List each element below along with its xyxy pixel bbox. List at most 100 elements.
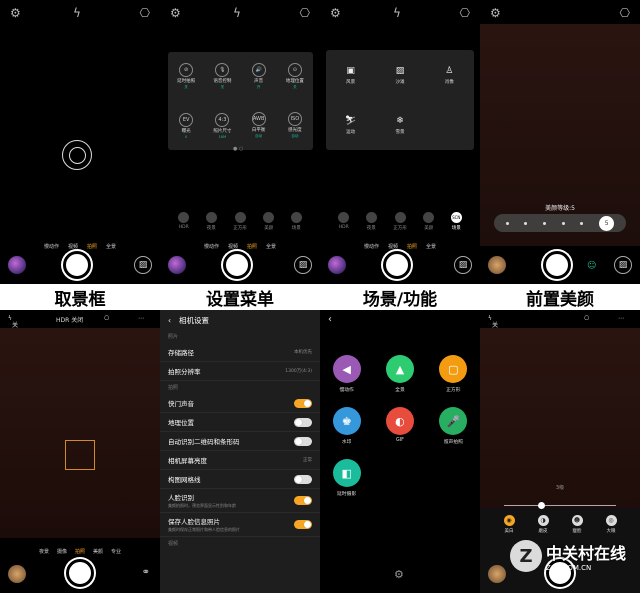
quick-setting-6[interactable]: AWB 白平衡 自动 [241,101,277,150]
mode-beauty[interactable]: 美颜 [93,548,103,555]
slider-step[interactable] [543,221,547,225]
settings-toggle[interactable] [294,496,312,505]
settings-toggle[interactable] [294,417,312,427]
filter-icon[interactable]: ⚭ [142,567,150,578]
shutter-button[interactable] [66,559,94,587]
flash-off-icon[interactable]: ϟ [73,4,81,22]
quick-1[interactable]: 夜景 [365,212,377,236]
gallery-thumbnail[interactable] [168,256,186,274]
camera-switch-icon[interactable]: ⎔ [620,4,630,22]
camera-switch-icon[interactable]: ⎔ [140,4,150,22]
filter-icon[interactable]: ▨ [134,256,152,274]
settings-toggle[interactable] [294,474,312,484]
gallery-thumbnail[interactable] [8,565,26,583]
mode-3[interactable]: ♚ 水印 [332,407,361,445]
hdr-toggle[interactable]: HDR 关闭 [56,315,83,324]
camera-switch-icon[interactable]: ⎔ [584,315,589,322]
settings-toggle[interactable] [294,436,312,446]
beauty-slider[interactable] [504,505,616,506]
filter-icon[interactable]: ▨ [454,256,472,274]
scene-3[interactable]: ⛷ 运动 [326,100,375,150]
settings-row[interactable]: 拍照分辨率 1300万(4:3) [160,362,320,381]
filter-icon[interactable]: ▨ [614,256,632,274]
shutter-button[interactable] [63,251,91,279]
gallery-thumbnail[interactable] [488,256,506,274]
scene-2[interactable]: ♙ 肖像 [425,50,474,100]
mode-night[interactable]: 夜景 [39,548,49,555]
face-beauty-icon[interactable]: ☺ [587,261,596,271]
settings-row[interactable]: 存储路径 本机优先 [160,343,320,362]
quick-setting-3[interactable]: ⊙ 地理位置关 [277,52,313,101]
camera-switch-icon[interactable]: ⎔ [460,4,470,22]
gear-icon[interactable]: ⚙ [10,4,21,22]
settings-row[interactable]: 构图网格线 [160,470,320,489]
filter-icon[interactable]: ▨ [294,256,312,274]
flash-off-icon[interactable]: ϟ [393,4,401,22]
settings-row[interactable]: 自动识别二维码和条形码 [160,432,320,451]
gallery-thumbnail[interactable] [328,256,346,274]
gallery-thumbnail[interactable] [8,256,26,274]
scene-4[interactable]: ❄ 雪景 [375,100,424,150]
slider-step[interactable] [561,221,565,225]
slider-selected[interactable]: 5 [599,215,615,231]
camera-switch-icon[interactable]: ⎔ [104,315,109,322]
mode-photo[interactable]: 拍照 [75,548,85,555]
gallery-thumbnail[interactable] [488,565,506,583]
mode-5[interactable]: 🎤 留声拍照 [439,407,468,445]
quick-setting-2[interactable]: 🔊 声音开 [241,52,277,101]
beauty-option-2[interactable]: ☻ 瘦脸 [571,515,583,534]
shutter-button[interactable] [543,251,571,279]
focus-ring[interactable] [62,140,92,170]
quick-0[interactable]: HDR [178,212,190,236]
settings-row[interactable]: 地理位置 [160,413,320,432]
scene-0[interactable]: ▣ 风景 [326,50,375,100]
shutter-button[interactable] [383,251,411,279]
settings-row[interactable]: 人脸识别 美颜拍照时，预览界面显示性别和年龄 [160,489,320,513]
mode-4[interactable]: ◐ GIF [385,407,414,445]
quick-2[interactable]: 正方形 [233,212,247,236]
settings-toggle[interactable] [294,398,312,408]
slider-step[interactable] [505,221,509,225]
mode-video[interactable]: 摄像 [57,548,67,555]
quick-setting-4[interactable]: EV 曝光 0 [168,101,204,150]
slider-step[interactable] [524,221,528,225]
mode-1[interactable]: ▲ 全景 [385,355,414,393]
beauty-option-0[interactable]: ◉ 美白 [503,515,515,534]
flash-toggle[interactable]: ϟ 关闭 [488,315,498,338]
mode-0[interactable]: ◀ 慢动作 [332,355,361,393]
mode-6[interactable]: ◧ 延时摄影 [332,459,361,497]
quick-setting-5[interactable]: 4:3 照片尺寸 16M [204,101,240,150]
more-icon[interactable]: ⋯ [618,315,624,322]
quick-3[interactable]: 美颜 [423,212,435,236]
quick-3[interactable]: 美颜 [263,212,275,236]
quick-setting-7[interactable]: ISO 感光度 自动 [277,101,313,150]
settings-row[interactable]: 相机屏幕亮度 正常 [160,451,320,470]
mode-pro[interactable]: 专业 [111,548,121,555]
shutter-button[interactable] [223,251,251,279]
settings-row[interactable]: 快门声音 [160,394,320,413]
slider-step[interactable] [580,221,584,225]
quick-0[interactable]: HDR [338,212,350,236]
flash-off-icon[interactable]: ϟ [233,4,241,22]
gear-icon[interactable]: ⚙ [330,4,341,22]
mode-2[interactable]: ▢ 正方形 [439,355,468,393]
beauty-option-3[interactable]: ◎ 大眼 [605,515,617,534]
quick-setting-0[interactable]: ⊘ 延时拍照关 [168,52,204,101]
scene-1[interactable]: ▨ 沙滩 [375,50,424,100]
gear-icon[interactable]: ⚙ [170,4,181,22]
beauty-slider[interactable]: 5 [494,214,626,232]
quick-2[interactable]: 正方形 [393,212,407,236]
beauty-option-1[interactable]: ◑ 磨皮 [537,515,549,534]
settings-toggle[interactable] [294,520,312,529]
back-arrow-icon[interactable]: ‹ [328,314,332,325]
quick-setting-1[interactable]: 🎙 语音控制关 [204,52,240,101]
quick-1[interactable]: 夜景 [205,212,217,236]
quick-4[interactable]: 场景 [290,212,302,236]
slider-knob[interactable] [538,502,545,509]
gear-icon[interactable]: ⚙ [394,568,404,581]
camera-switch-icon[interactable]: ⎔ [300,4,310,22]
quick-4[interactable]: SCN 场景 [450,212,462,236]
settings-row[interactable]: 保存人脸信息照片 美颜时保存正常照片和带人脸信息的照片 [160,513,320,537]
gear-icon[interactable]: ⚙ [490,4,501,22]
flash-toggle[interactable]: ϟ 关闭 [8,315,18,338]
